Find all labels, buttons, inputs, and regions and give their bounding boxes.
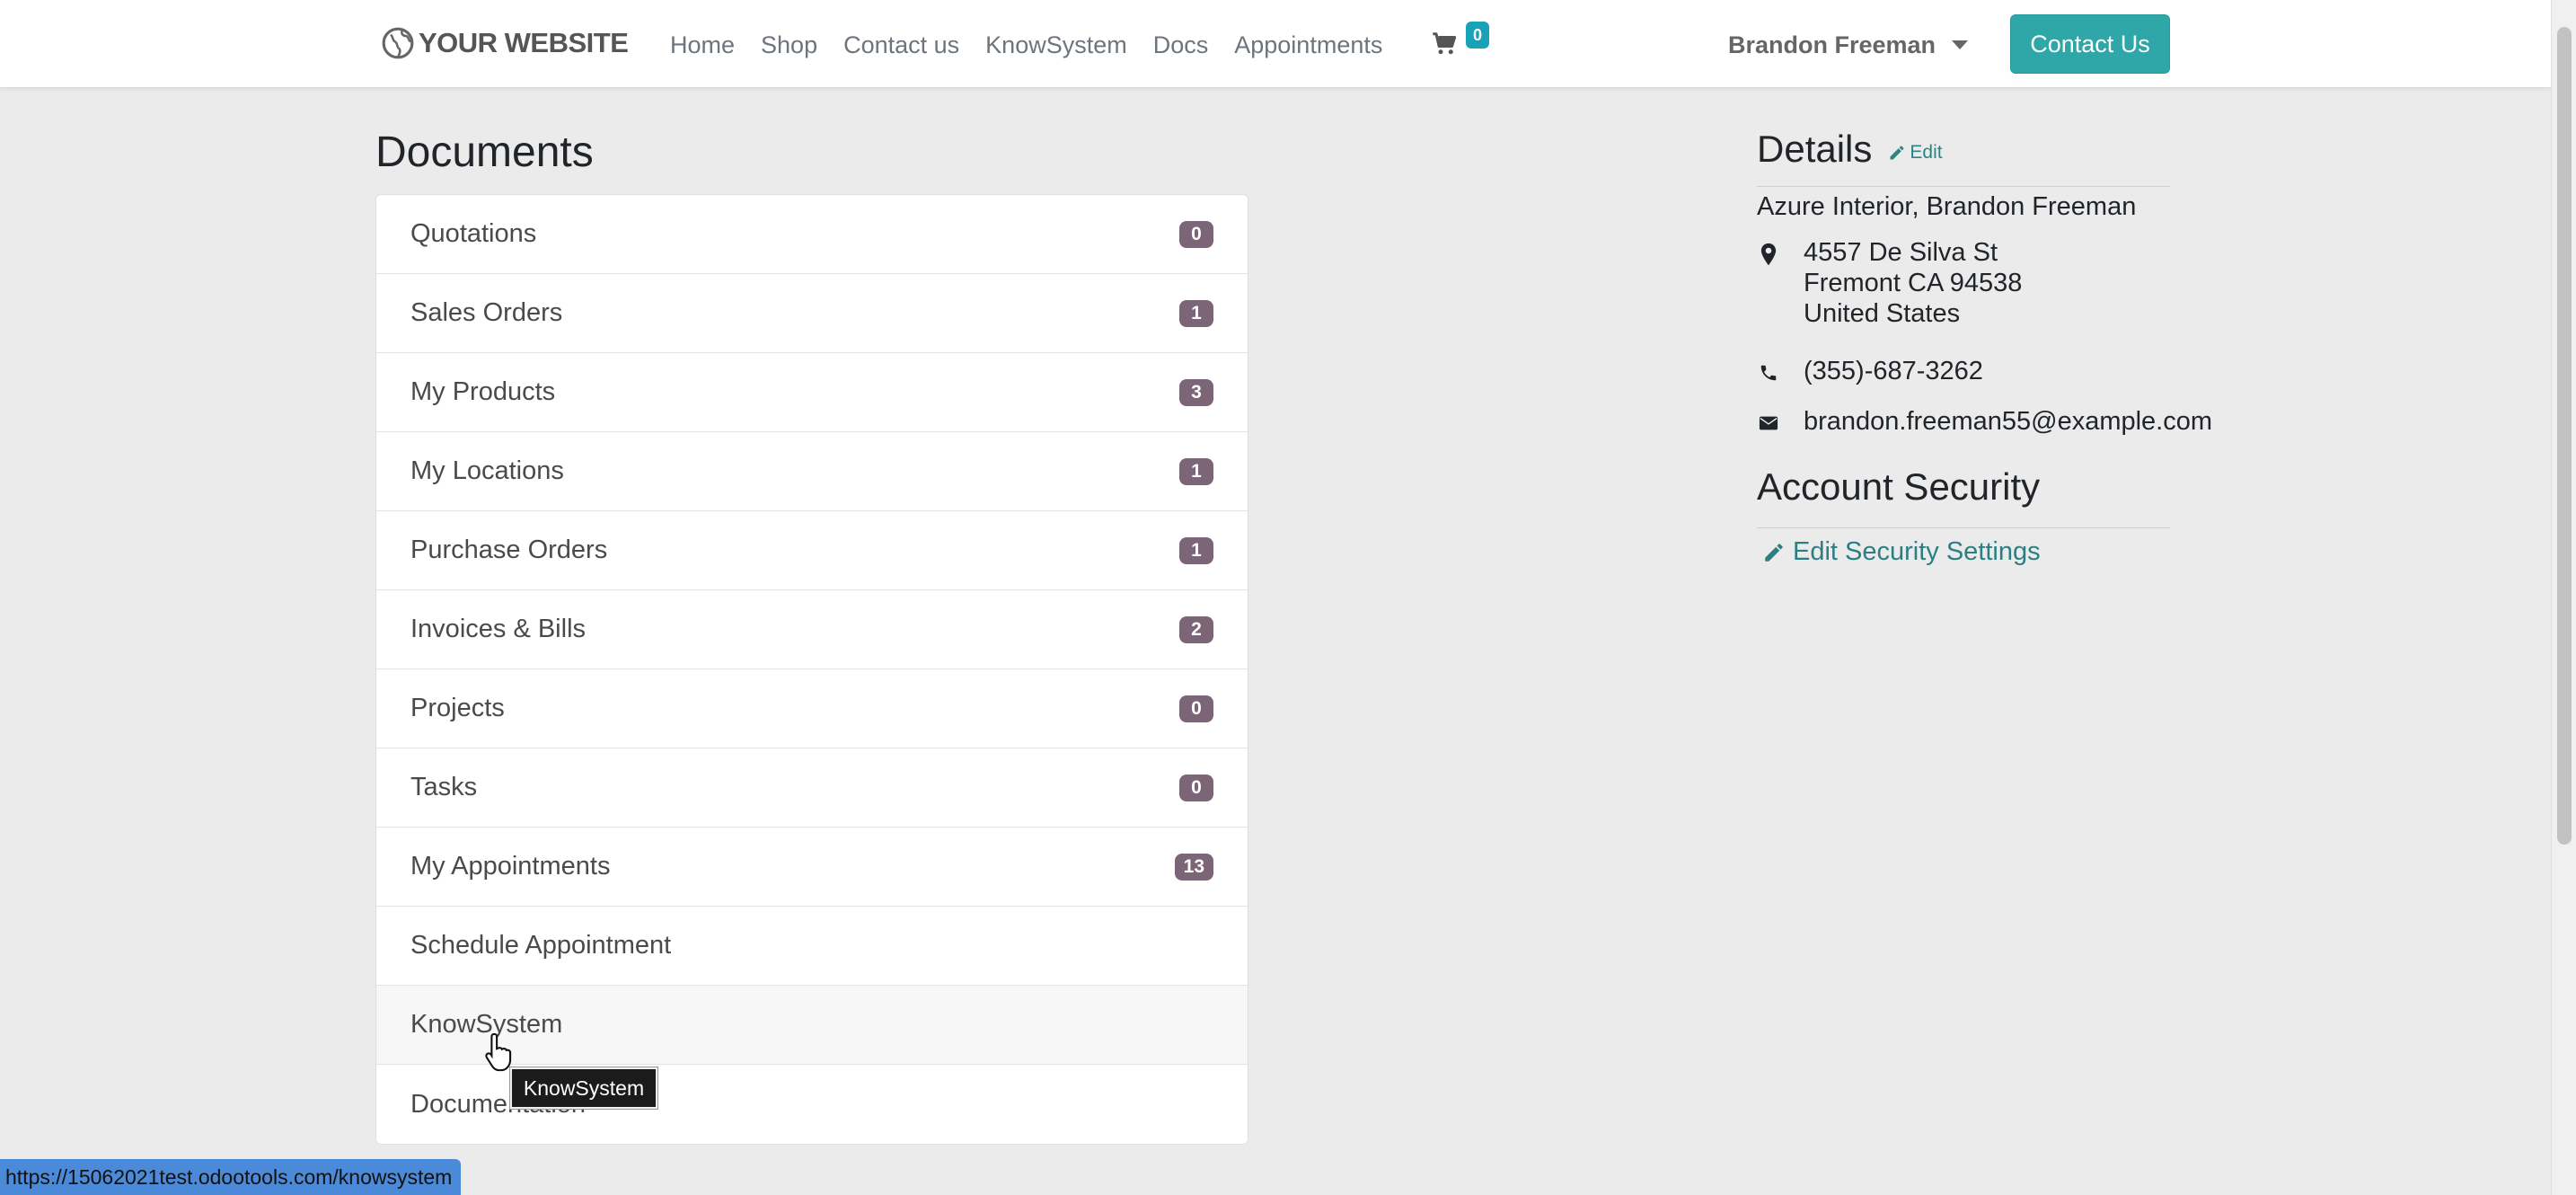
map-marker-icon — [1760, 243, 1777, 266]
envelope-icon — [1759, 416, 1778, 430]
doc-item-label: Sales Orders — [410, 298, 563, 327]
count-badge: 1 — [1179, 536, 1213, 564]
address-block: 4557 De Silva St Fremont CA 94538 United… — [1757, 237, 2022, 329]
contact-us-button[interactable]: Contact Us — [2010, 14, 2170, 74]
documents-list: Quotations 0 Sales Orders 1 My Products … — [375, 194, 1248, 1145]
doc-item-label: Purchase Orders — [410, 536, 608, 564]
count-badge: 1 — [1179, 299, 1213, 327]
details-title: Details — [1757, 128, 1873, 170]
doc-item-my-products[interactable]: My Products 3 — [376, 353, 1248, 432]
doc-item-schedule-appointment[interactable]: Schedule Appointment — [376, 907, 1248, 986]
pencil-icon — [1890, 146, 1904, 160]
doc-item-tasks[interactable]: Tasks 0 — [376, 748, 1248, 828]
scrollbar-thumb[interactable] — [2557, 27, 2572, 845]
user-name: Brandon Freeman — [1728, 31, 1936, 58]
globe-icon — [382, 27, 414, 59]
address-line-1: 4557 De Silva St — [1804, 238, 1998, 267]
doc-item-purchase-orders[interactable]: Purchase Orders 1 — [376, 511, 1248, 590]
nav-home[interactable]: Home — [670, 27, 735, 63]
count-badge: 1 — [1179, 457, 1213, 485]
address-line-3: United States — [1804, 299, 1961, 328]
caret-down-icon — [1952, 40, 1969, 49]
doc-item-label: Schedule Appointment — [410, 931, 672, 960]
doc-item-label: Quotations — [410, 219, 537, 248]
email-row: brandon.freeman55@example.com — [1757, 406, 2212, 437]
address-line-2: Fremont CA 94538 — [1804, 269, 2023, 297]
logo-text: YOUR WEBSITE — [419, 27, 629, 58]
top-navbar: YOUR WEBSITE Home Shop Contact us KnowSy… — [0, 0, 2551, 88]
edit-details-link[interactable]: Edit — [1888, 142, 1943, 164]
doc-item-label: Projects — [410, 694, 505, 722]
doc-item-my-appointments[interactable]: My Appointments 13 — [376, 828, 1248, 907]
shopping-cart-icon — [1433, 32, 1457, 55]
doc-item-label: My Appointments — [410, 852, 611, 881]
doc-item-documentation[interactable]: Documentation — [376, 1065, 1248, 1144]
doc-item-label: My Products — [410, 377, 556, 406]
edit-security-label: Edit Security Settings — [1793, 537, 2041, 566]
doc-item-label: My Locations — [410, 456, 564, 485]
pencil-icon — [1765, 543, 1783, 562]
account-security-header: Account Security — [1757, 465, 2170, 528]
nav-contact-us[interactable]: Contact us — [843, 27, 959, 63]
details-header: Details Edit — [1757, 128, 2170, 187]
doc-item-sales-orders[interactable]: Sales Orders 1 — [376, 274, 1248, 353]
cart-link[interactable]: 0 — [1432, 22, 1495, 63]
nav-docs[interactable]: Docs — [1153, 27, 1209, 63]
tooltip: KnowSystem — [509, 1067, 658, 1110]
cart-count-badge: 0 — [1466, 22, 1489, 49]
nav-knowsystem[interactable]: KnowSystem — [985, 27, 1127, 63]
nav-appointments[interactable]: Appointments — [1234, 27, 1382, 63]
doc-item-quotations[interactable]: Quotations 0 — [376, 195, 1248, 274]
page-title: Documents — [375, 128, 594, 176]
phone-number: (355)-687-3262 — [1804, 357, 1983, 385]
account-security-title: Account Security — [1757, 465, 2041, 508]
count-badge: 0 — [1179, 695, 1213, 722]
phone-icon — [1760, 365, 1777, 381]
doc-item-projects[interactable]: Projects 0 — [376, 669, 1248, 748]
main-nav: Home Shop Contact us KnowSystem Docs App… — [670, 27, 1382, 63]
status-bar-url: https://15062021test.odootools.com/knows… — [0, 1159, 462, 1195]
count-badge: 3 — [1179, 378, 1213, 406]
phone-row: (355)-687-3262 — [1757, 356, 1983, 386]
count-badge: 13 — [1174, 853, 1213, 881]
doc-item-invoices-bills[interactable]: Invoices & Bills 2 — [376, 590, 1248, 669]
count-badge: 0 — [1179, 774, 1213, 801]
company-name: Azure Interior, Brandon Freeman — [1757, 192, 2137, 221]
doc-item-label: Tasks — [410, 773, 478, 801]
count-badge: 0 — [1179, 220, 1213, 248]
count-badge: 2 — [1179, 615, 1213, 643]
nav-shop[interactable]: Shop — [761, 27, 817, 63]
vertical-scrollbar[interactable] — [2551, 0, 2576, 1195]
edit-security-settings-link[interactable]: Edit Security Settings — [1762, 537, 2041, 567]
site-logo[interactable]: YOUR WEBSITE — [381, 23, 629, 63]
email-address: brandon.freeman55@example.com — [1804, 407, 2213, 436]
doc-item-label: Invoices & Bills — [410, 615, 587, 643]
edit-label: Edit — [1910, 142, 1943, 163]
doc-item-my-locations[interactable]: My Locations 1 — [376, 432, 1248, 511]
user-menu-dropdown[interactable]: Brandon Freeman — [1728, 27, 1969, 63]
